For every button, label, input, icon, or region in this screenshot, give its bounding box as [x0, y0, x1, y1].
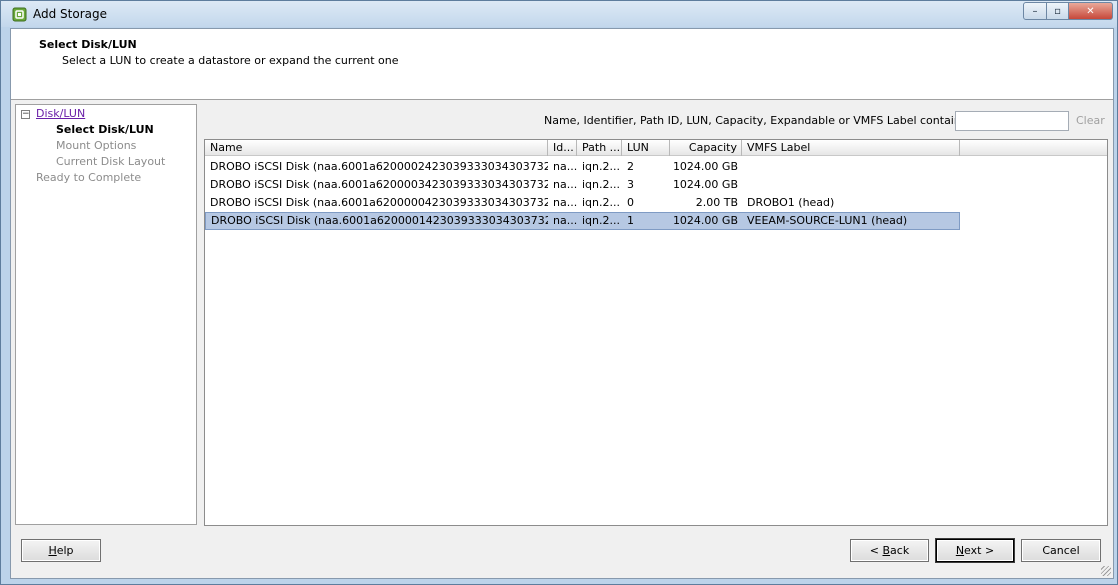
- cell-lun: 3: [627, 178, 634, 191]
- next-label: ext >: [964, 544, 995, 557]
- cell-capacity: 1024.00 GB: [672, 178, 738, 191]
- help-label: elp: [56, 544, 74, 557]
- nav-step-select-disk-lun: Select Disk/LUN: [56, 123, 154, 136]
- window-title: Add Storage: [33, 7, 107, 21]
- page-title: Select Disk/LUN: [39, 38, 137, 51]
- back-prefix: <: [869, 544, 883, 557]
- cell-lun: 2: [627, 160, 634, 173]
- next-mnemonic: N: [955, 544, 965, 557]
- help-button[interactable]: Help: [21, 539, 101, 562]
- nav-step-ready-to-complete: Ready to Complete: [36, 171, 142, 184]
- add-storage-window: Add Storage – ▫ ✕ Select Disk/LUN Select…: [0, 0, 1118, 585]
- column-header-name[interactable]: Name: [205, 140, 548, 156]
- back-label: ack: [890, 544, 910, 557]
- title-bar[interactable]: Add Storage – ▫ ✕: [1, 1, 1117, 27]
- cell-path-id: iqn.2...: [582, 160, 620, 173]
- nav-step-current-disk-layout: Current Disk Layout: [56, 155, 166, 168]
- back-mnemonic: B: [882, 544, 891, 557]
- help-mnemonic: H: [48, 544, 57, 557]
- cell-lun: 0: [627, 196, 634, 209]
- table-row-selected[interactable]: DROBO iSCSI Disk (naa.6001a6200001423039…: [205, 212, 960, 230]
- next-button[interactable]: Next >: [936, 539, 1014, 562]
- cell-name: DROBO iSCSI Disk (naa.6001a6200002423039…: [210, 160, 548, 173]
- wizard-step-nav: − Disk/LUN Select Disk/LUN Mount Options…: [15, 104, 197, 525]
- maximize-icon: ▫: [1054, 5, 1061, 17]
- collapse-icon[interactable]: −: [21, 110, 30, 119]
- cell-lun: 1: [627, 214, 634, 227]
- column-header-vmfs-label[interactable]: VMFS Label: [742, 140, 960, 156]
- minimize-button[interactable]: –: [1023, 2, 1047, 20]
- cell-vmfs-label: [742, 176, 960, 194]
- window-controls: – ▫ ✕: [1023, 2, 1113, 20]
- nav-step-mount-options: Mount Options: [56, 139, 137, 152]
- filter-label-text: Name, Identifier, Path ID, LUN, Capacity…: [544, 114, 971, 127]
- close-icon: ✕: [1086, 5, 1095, 17]
- minimize-icon: –: [1032, 5, 1038, 17]
- back-button[interactable]: < Back: [850, 539, 929, 562]
- cell-path-id: iqn.2...: [582, 196, 620, 209]
- filter-input[interactable]: [955, 111, 1069, 131]
- lun-table: Name Id... Path ... LUN Capacity VMFS La…: [204, 139, 1108, 526]
- nav-step-disk-lun[interactable]: Disk/LUN: [36, 107, 85, 120]
- cell-identifier: na...: [553, 196, 577, 209]
- cell-identifier: na...: [553, 160, 577, 173]
- table-header: Name Id... Path ... LUN Capacity VMFS La…: [205, 140, 1107, 156]
- table-row[interactable]: DROBO iSCSI Disk (naa.6001a6200002423039…: [205, 158, 960, 176]
- wizard-header: Select Disk/LUN Select a LUN to create a…: [11, 29, 1113, 100]
- cell-identifier: na...: [553, 214, 577, 227]
- cell-identifier: na...: [553, 178, 577, 191]
- vsphere-icon: [12, 7, 27, 22]
- filter-label[interactable]: Name, Identifier, Path ID, LUN, Capacity…: [544, 114, 977, 127]
- column-header-lun[interactable]: LUN: [622, 140, 670, 156]
- page-subtitle: Select a LUN to create a datastore or ex…: [62, 54, 399, 67]
- cell-name: DROBO iSCSI Disk (naa.6001a6200003423039…: [210, 178, 548, 191]
- cell-capacity: 2.00 TB: [695, 196, 738, 209]
- clear-button[interactable]: Clear: [1076, 114, 1105, 127]
- cancel-button[interactable]: Cancel: [1021, 539, 1101, 562]
- column-header-capacity[interactable]: Capacity: [670, 140, 742, 156]
- cell-path-id: iqn.2...: [582, 178, 620, 191]
- column-header-identifier[interactable]: Id...: [548, 140, 577, 156]
- close-button[interactable]: ✕: [1069, 2, 1113, 20]
- cell-capacity: 1024.00 GB: [672, 214, 738, 227]
- column-header-path-id[interactable]: Path ...: [577, 140, 622, 156]
- cell-name: DROBO iSCSI Disk (naa.6001a6200000423039…: [210, 196, 548, 209]
- cell-vmfs-label: [742, 158, 960, 176]
- cell-path-id: iqn.2...: [582, 214, 620, 227]
- table-row[interactable]: DROBO iSCSI Disk (naa.6001a6200000423039…: [205, 194, 960, 212]
- cell-vmfs-label: VEEAM-SOURCE-LUN1 (head): [747, 214, 908, 227]
- cell-capacity: 1024.00 GB: [672, 160, 738, 173]
- wizard-content: Select Disk/LUN Select a LUN to create a…: [10, 28, 1114, 579]
- maximize-button[interactable]: ▫: [1047, 2, 1069, 20]
- resize-grip-icon[interactable]: [1101, 566, 1111, 576]
- table-row[interactable]: DROBO iSCSI Disk (naa.6001a6200003423039…: [205, 176, 960, 194]
- cell-name: DROBO iSCSI Disk (naa.6001a6200001423039…: [211, 214, 548, 227]
- cell-vmfs-label: DROBO1 (head): [747, 196, 835, 209]
